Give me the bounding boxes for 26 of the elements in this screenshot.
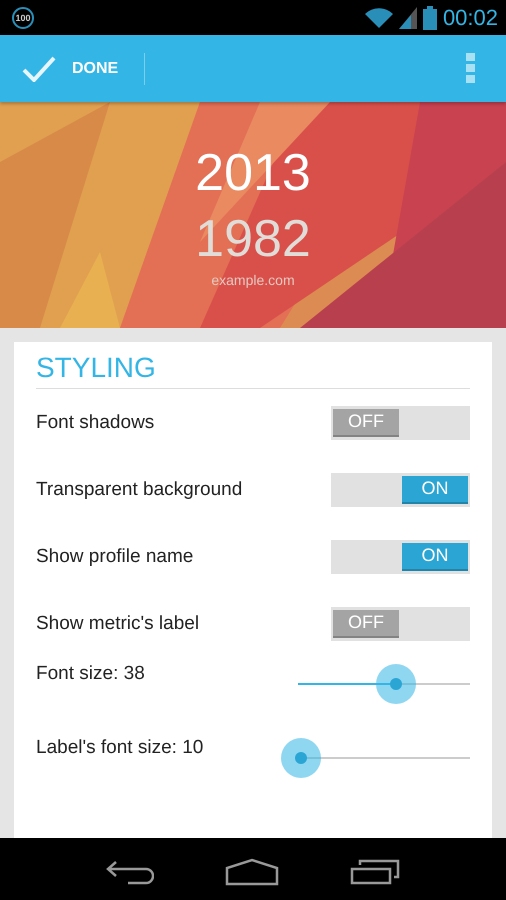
home-icon[interactable] bbox=[224, 858, 279, 886]
setting-label: Show metric's label bbox=[36, 612, 200, 634]
slider-thumb[interactable] bbox=[376, 664, 416, 704]
battery-percent-badge: 100 bbox=[12, 6, 34, 28]
section-title: STYLING bbox=[36, 348, 470, 389]
back-icon[interactable] bbox=[106, 859, 154, 885]
clock: 00:02 bbox=[442, 4, 498, 30]
signal-icon bbox=[398, 6, 417, 28]
setting-label: Font size: 38 bbox=[36, 663, 145, 685]
wifi-icon bbox=[364, 6, 393, 28]
toggle-switch[interactable]: ON bbox=[331, 472, 470, 506]
toggle-switch[interactable]: ON bbox=[331, 540, 470, 574]
setting-label: Font shadows bbox=[36, 412, 154, 434]
year-text: 1982 bbox=[195, 209, 311, 270]
toggle-switch[interactable]: OFF bbox=[331, 406, 470, 440]
slider-thumb[interactable] bbox=[281, 738, 322, 778]
toggle-switch[interactable]: OFF bbox=[331, 606, 470, 640]
setting-label: Transparent background bbox=[36, 478, 242, 500]
year-text: 2013 bbox=[195, 143, 311, 204]
setting-label: Show profile name bbox=[36, 546, 194, 568]
website-text: example.com bbox=[211, 272, 295, 288]
checkmark-icon bbox=[22, 56, 56, 82]
recent-apps-icon[interactable] bbox=[350, 859, 400, 885]
battery-icon bbox=[422, 6, 437, 30]
setting-label: Label's font size: 10 bbox=[36, 737, 204, 759]
overflow-menu-icon[interactable] bbox=[466, 52, 476, 84]
